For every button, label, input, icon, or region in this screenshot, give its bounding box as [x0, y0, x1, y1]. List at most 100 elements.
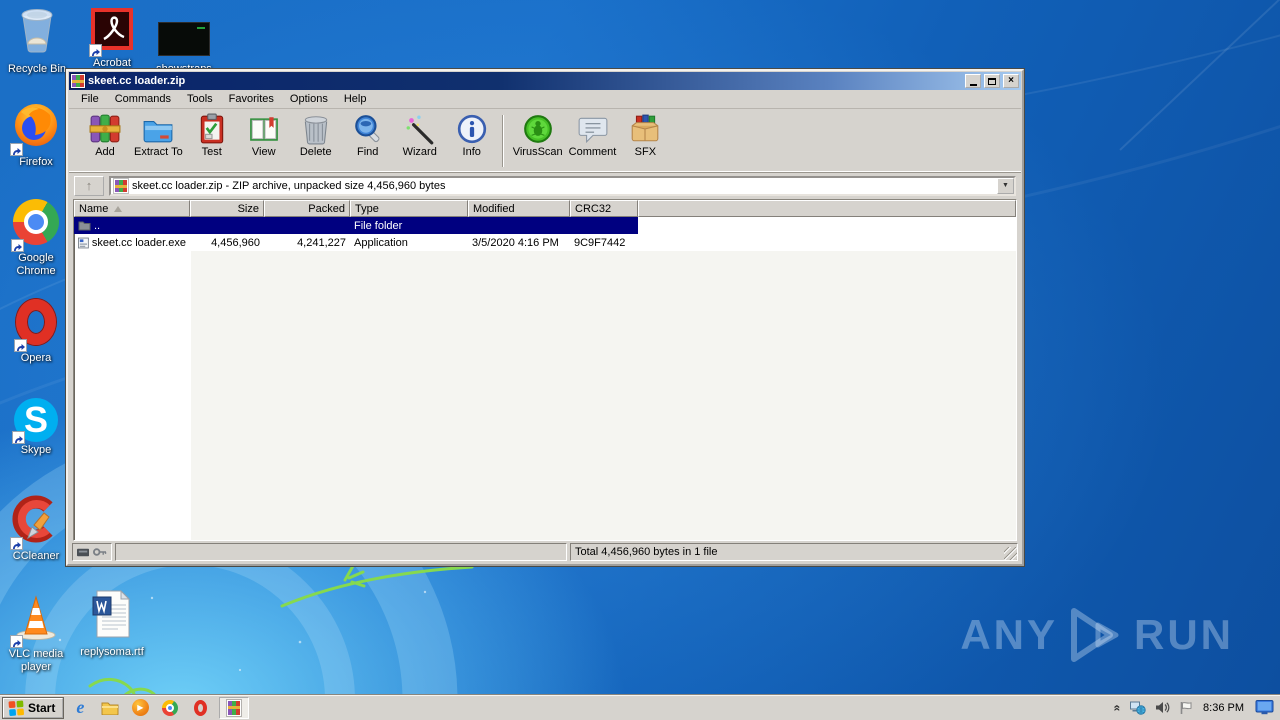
desktop-icon-label: CCleaner [12, 550, 60, 562]
row-type-cell: File folder [354, 219, 403, 232]
column-header-crc32[interactable]: CRC32 [570, 200, 638, 217]
vlc-icon [10, 591, 60, 648]
taskbar-winrar-button-active[interactable] [219, 696, 250, 719]
taskbar-chrome-button[interactable] [157, 697, 183, 719]
skype-icon: S [12, 398, 58, 444]
address-row: ↑ skeet.cc loader.zip - ZIP archive, unp… [69, 173, 1021, 199]
view-button[interactable]: View [238, 112, 290, 159]
virusscan-button[interactable]: VirusScan [510, 112, 566, 159]
toolbar-separator [501, 115, 504, 167]
action-center-flag-icon[interactable] [1179, 701, 1192, 715]
maximize-button[interactable] [984, 74, 1000, 88]
menu-tools[interactable]: Tools [179, 91, 221, 107]
list-header: Name Size Packed Type Modified CRC32 [74, 200, 1016, 217]
desktop-icon-label: Google Chrome [16, 252, 56, 277]
column-header-name[interactable]: Name [74, 200, 190, 217]
table-row-loader-exe[interactable]: skeet.cc loader.exe 4,456,960 4,241,227 … [74, 234, 1016, 251]
volume-icon[interactable] [1155, 701, 1170, 714]
acrobat-icon [89, 8, 133, 57]
winrar-window: skeet.cc loader.zip × File Commands Tool… [66, 69, 1024, 566]
minimize-button[interactable] [965, 74, 981, 88]
desktop-icon-label: Recycle Bin [7, 63, 67, 75]
sfx-button[interactable]: SFX [619, 112, 671, 159]
row-modified-cell: 3/5/2020 4:16 PM [472, 236, 559, 249]
system-tray: « 8:36 PM [1111, 695, 1280, 720]
close-button[interactable]: × [1003, 74, 1019, 88]
sfx-label: SFX [634, 146, 657, 158]
taskbar-explorer-button[interactable] [97, 697, 123, 719]
row-name-cell: .. [74, 220, 190, 232]
anyrun-watermark: ANY RUN [960, 606, 1234, 664]
extract-to-button[interactable]: Extract To [131, 112, 186, 159]
shortcut-arrow-icon [89, 44, 102, 57]
desktop-icon-vlc[interactable]: VLC media player [4, 591, 68, 674]
watermark-any: ANY [960, 611, 1058, 658]
add-button[interactable]: Add [79, 112, 131, 159]
desktop-icon-showstraps[interactable]: showstraps [150, 22, 218, 76]
display-icon[interactable] [1255, 700, 1274, 715]
titlebar[interactable]: skeet.cc loader.zip × [69, 72, 1021, 90]
add-archive-icon [89, 114, 121, 143]
taskbar-clock[interactable]: 8:36 PM [1201, 702, 1246, 714]
info-label: Info [462, 146, 481, 158]
desktop-icon-google-chrome[interactable]: Google Chrome [4, 199, 68, 278]
desktop-icon-label: Opera [20, 352, 52, 364]
taskbar-wmp-button[interactable]: ▶ [127, 697, 153, 719]
desktop-icon-label: Skype [20, 444, 52, 456]
resize-grip[interactable] [1004, 547, 1017, 560]
menu-file[interactable]: File [73, 91, 107, 107]
info-button[interactable]: Info [446, 112, 498, 159]
desktop-icon-ccleaner[interactable]: CCleaner [4, 495, 68, 563]
desktop-icon-firefox[interactable]: Firefox [4, 101, 68, 169]
menu-favorites[interactable]: Favorites [221, 91, 282, 107]
taskbar-ie-button[interactable]: e [67, 697, 93, 719]
tray-expand-chevron-icon[interactable]: « [1111, 704, 1125, 711]
find-button[interactable]: Find [342, 112, 394, 159]
comment-button[interactable]: Comment [566, 112, 620, 159]
desktop-icon-label: VLC media player [8, 648, 64, 673]
row-size-cell: 4,456,960 [211, 236, 260, 249]
menu-commands[interactable]: Commands [107, 91, 179, 107]
sfx-box-icon [632, 114, 659, 142]
desktop-icon-recycle-bin[interactable]: Recycle Bin [2, 4, 72, 76]
find-label: Find [357, 146, 379, 158]
delete-label: Delete [299, 146, 332, 158]
delete-button[interactable]: Delete [290, 112, 342, 159]
row-name-cell: skeet.cc loader.exe [74, 237, 190, 249]
column-header-packed[interactable]: Packed [264, 200, 350, 217]
menu-options[interactable]: Options [282, 91, 336, 107]
menu-help[interactable]: Help [336, 91, 375, 107]
taskbar: Start e ▶ « 8:36 PM [0, 694, 1280, 720]
chrome-icon [162, 699, 179, 716]
column-header-type[interactable]: Type [350, 200, 468, 217]
test-button[interactable]: Test [186, 112, 238, 159]
extract-to-label: Extract To [134, 146, 183, 158]
desktop-icon-replysoma-rtf[interactable]: replysoma.rtf [76, 589, 148, 659]
find-magnifier-icon [354, 115, 380, 143]
dropdown-arrow-icon[interactable]: ▼ [997, 178, 1014, 194]
taskbar-opera-button[interactable] [187, 697, 213, 719]
application-file-icon [78, 237, 89, 248]
start-button[interactable]: Start [3, 697, 64, 718]
shortcut-arrow-icon [10, 537, 23, 550]
status-bar: Total 4,456,960 bytes in 1 file [69, 541, 1021, 563]
network-icon[interactable] [1130, 701, 1146, 715]
menu-bar: File Commands Tools Favorites Options He… [69, 90, 1021, 109]
row-type-cell: Application [354, 236, 408, 249]
desktop-icon-acrobat[interactable]: Acrobat [80, 8, 144, 70]
desktop-icon-label: Firefox [19, 156, 53, 168]
address-combobox[interactable]: skeet.cc loader.zip - ZIP archive, unpac… [109, 176, 1016, 196]
winrar-icon [227, 699, 242, 716]
wizard-button[interactable]: Wizard [394, 112, 446, 159]
column-header-modified[interactable]: Modified [468, 200, 570, 217]
up-one-level-button[interactable]: ↑ [74, 176, 104, 196]
opera-icon [193, 699, 207, 716]
virusscan-icon [523, 115, 552, 143]
watermark-run: RUN [1134, 611, 1234, 658]
column-header-size[interactable]: Size [190, 200, 264, 217]
table-row-parent-folder[interactable]: .. File folder [74, 217, 638, 234]
windows-logo-icon [8, 700, 24, 716]
desktop-icon-skype[interactable]: S Skype [4, 398, 68, 457]
list-background-shade [191, 251, 1016, 540]
desktop-icon-opera[interactable]: Opera [4, 299, 68, 365]
